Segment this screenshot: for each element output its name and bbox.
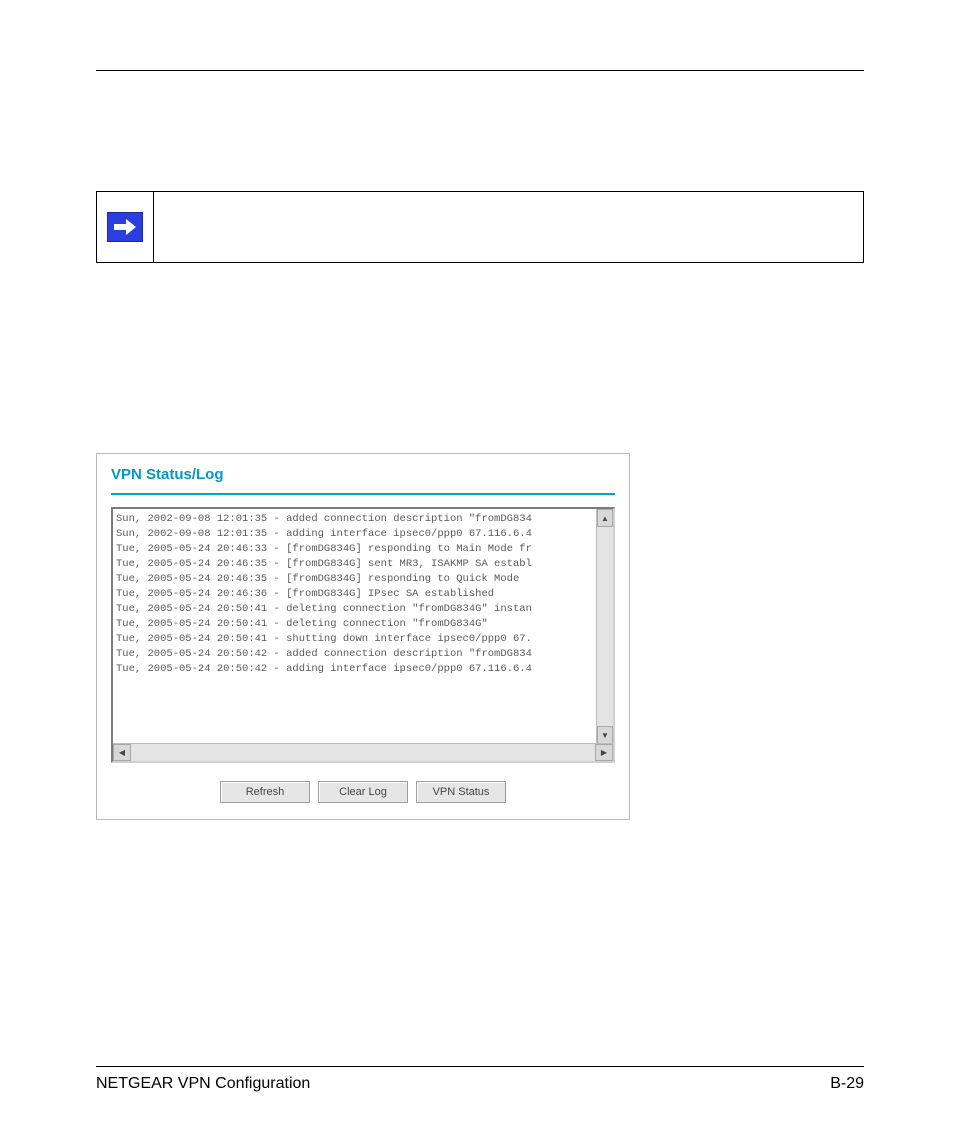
log-lines: Sun, 2002-09-08 12:01:35 - added connect…	[113, 509, 613, 680]
vpn-status-button[interactable]: VPN Status	[416, 781, 506, 803]
log-line: Tue, 2005-05-24 20:46:33 - [fromDG834G] …	[116, 542, 597, 557]
log-line: Tue, 2005-05-24 20:50:41 - shutting down…	[116, 632, 597, 647]
footer-left: NETGEAR VPN Configuration	[96, 1075, 310, 1093]
note-icon-cell	[97, 192, 154, 262]
panel-title: VPN Status/Log	[111, 466, 615, 483]
vpn-status-panel: VPN Status/Log Sun, 2002-09-08 12:01:35 …	[96, 453, 630, 820]
log-line: Tue, 2005-05-24 20:50:42 - adding interf…	[116, 662, 597, 677]
refresh-button[interactable]: Refresh	[220, 781, 310, 803]
footer-rule	[96, 1066, 864, 1067]
log-line: Tue, 2005-05-24 20:46:35 - [fromDG834G] …	[116, 572, 597, 587]
log-line: Sun, 2002-09-08 12:01:35 - added connect…	[116, 512, 597, 527]
scroll-left-icon[interactable]: ◀	[113, 744, 131, 761]
scroll-right-icon[interactable]: ▶	[595, 744, 613, 761]
note-body	[154, 192, 863, 262]
log-line: Tue, 2005-05-24 20:46:35 - [fromDG834G] …	[116, 557, 597, 572]
scroll-down-icon[interactable]: ▼	[597, 726, 613, 744]
footer-right: B-29	[830, 1075, 864, 1093]
note-box	[96, 191, 864, 263]
log-line: Tue, 2005-05-24 20:50:41 - deleting conn…	[116, 602, 597, 617]
page-footer: NETGEAR VPN Configuration B-29	[96, 1066, 864, 1093]
scroll-up-icon[interactable]: ▲	[597, 509, 613, 527]
log-box[interactable]: Sun, 2002-09-08 12:01:35 - added connect…	[111, 507, 615, 763]
top-rule	[96, 70, 864, 71]
log-line: Sun, 2002-09-08 12:01:35 - adding interf…	[116, 527, 597, 542]
clear-log-button[interactable]: Clear Log	[318, 781, 408, 803]
log-line: Tue, 2005-05-24 20:50:41 - deleting conn…	[116, 617, 597, 632]
arrow-right-icon	[107, 212, 143, 242]
vertical-scrollbar[interactable]: ▲ ▼	[596, 509, 613, 744]
button-row: Refresh Clear Log VPN Status	[111, 781, 615, 803]
log-line: Tue, 2005-05-24 20:50:42 - added connect…	[116, 647, 597, 662]
horizontal-scrollbar[interactable]: ◀ ▶	[113, 743, 613, 761]
panel-divider	[111, 493, 615, 495]
log-line: Tue, 2005-05-24 20:46:36 - [fromDG834G] …	[116, 587, 597, 602]
